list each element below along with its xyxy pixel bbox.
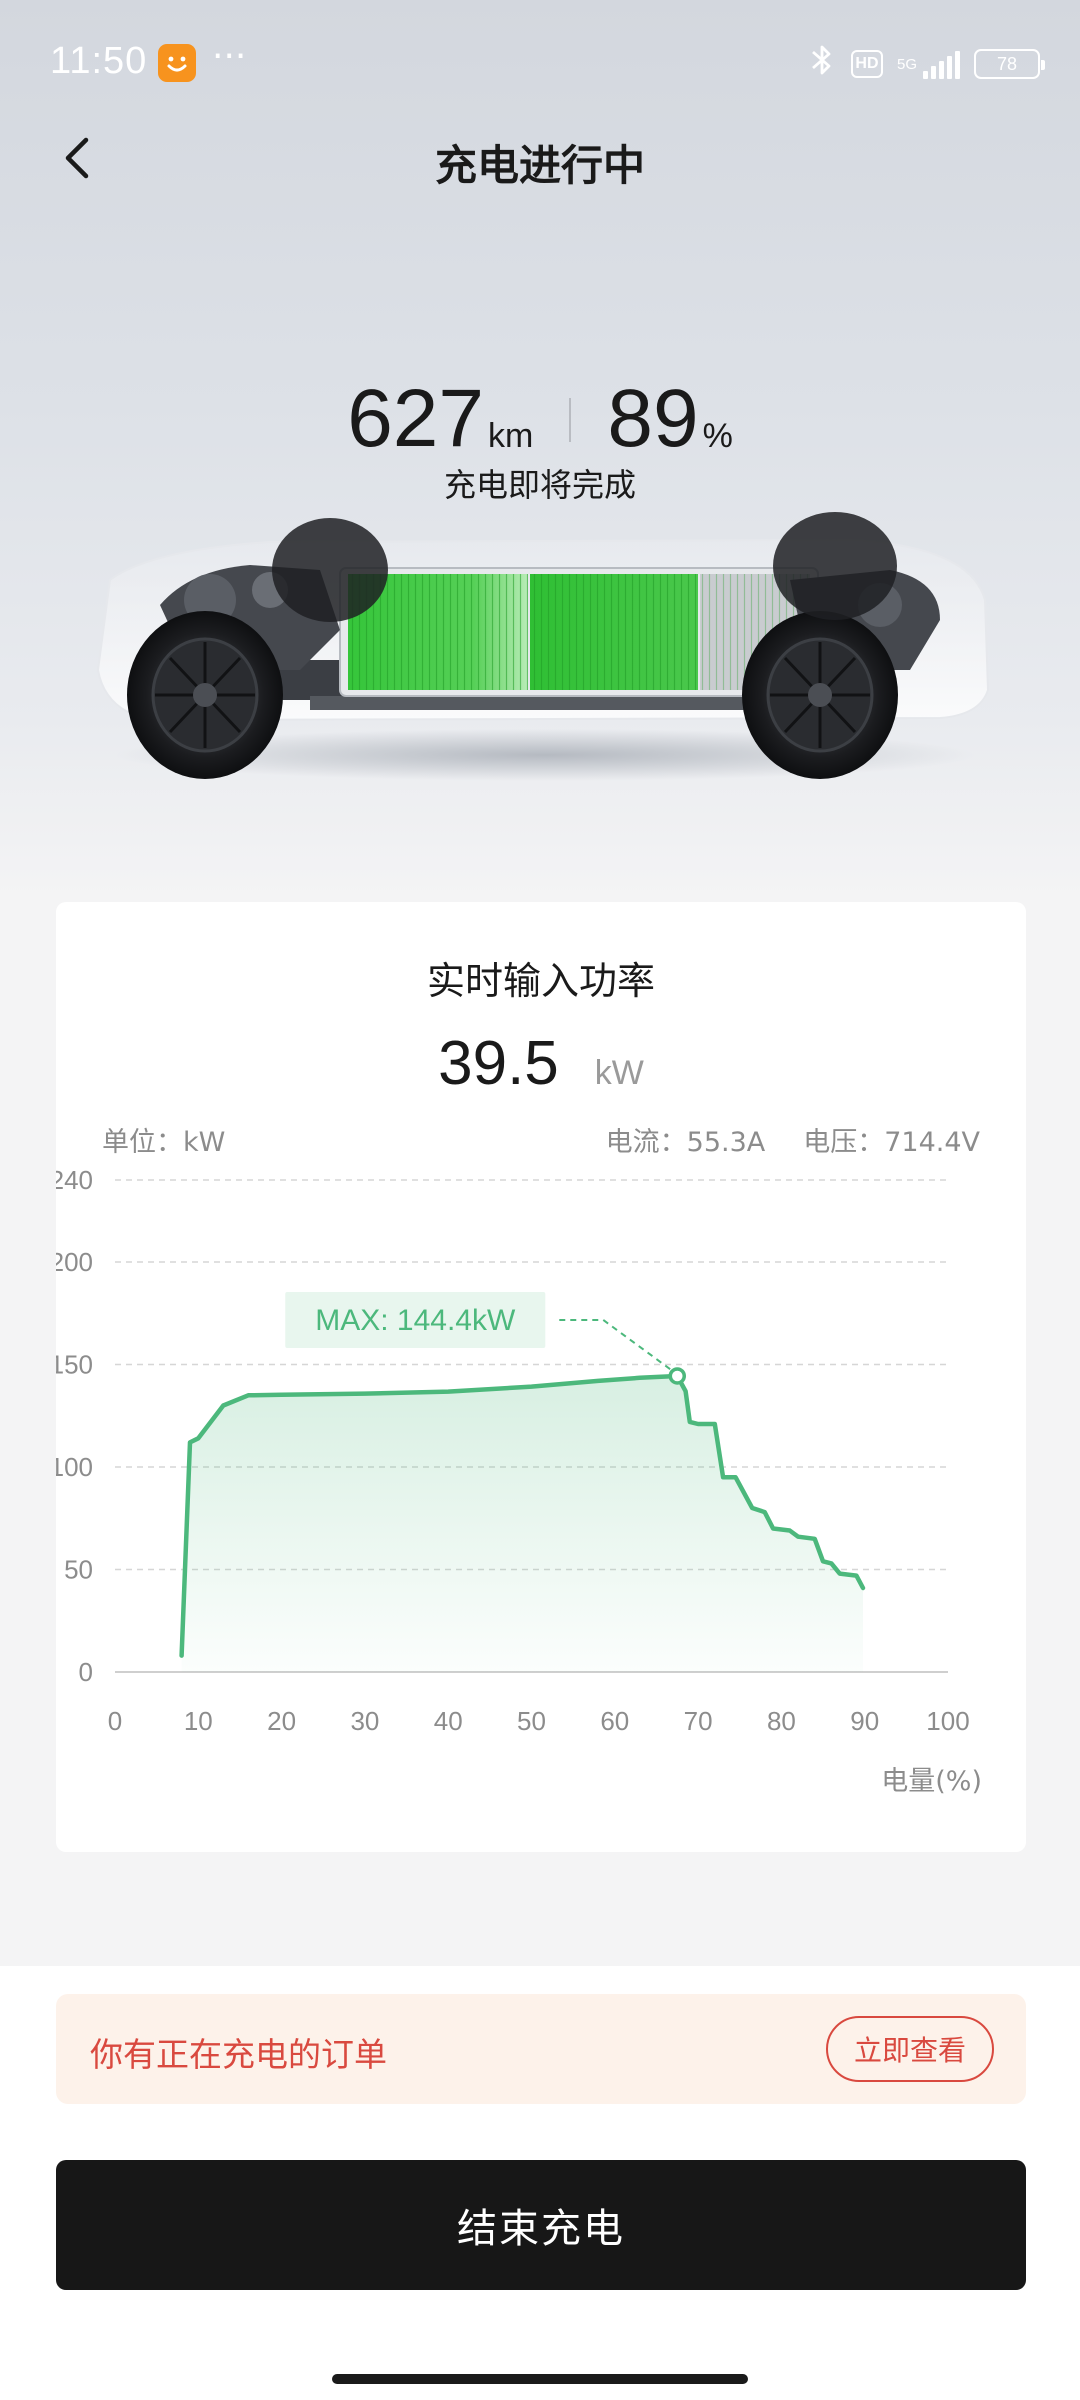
status-icons: HD 5G 78: [807, 42, 1045, 86]
range-value: 627: [347, 373, 485, 464]
power-card: 实时输入功率 39.5 kW 单位：kW 电流：55.3A 电压：714.4V …: [56, 902, 1026, 1852]
network-type: 5G: [896, 55, 917, 73]
front-wheel: [127, 611, 283, 779]
end-charging-button[interactable]: 结束充电: [56, 2160, 1026, 2290]
max-leader-line: [559, 1318, 672, 1371]
y-tick-label: 100: [56, 1452, 93, 1482]
x-tick-label: 0: [108, 1706, 122, 1736]
order-banner-text: 你有正在充电的订单: [90, 2035, 387, 2074]
car-chassis-illustration: [96, 512, 990, 781]
max-annotation: MAX: 144.4kW: [285, 1291, 687, 1385]
status-time: 11:50: [50, 40, 148, 82]
y-tick-label: 50: [64, 1555, 93, 1585]
signal-icon: [923, 49, 960, 79]
x-tick-label: 70: [684, 1706, 713, 1736]
range-unit: km: [488, 417, 534, 455]
power-chart: 0 50 100 150 200 240 0 10 20 30 40 50 60 70 80 90 100 M…: [56, 1165, 982, 1797]
x-tick-label: 20: [267, 1706, 296, 1736]
x-tick-label: 60: [600, 1706, 629, 1736]
y-tick-label: 240: [56, 1165, 93, 1195]
y-tick-label: 150: [56, 1350, 93, 1380]
soc-value: 89: [607, 373, 699, 464]
stat-divider: [569, 398, 572, 442]
x-axis-ticks: 0 10 20 30 40 50 60 70 80 90 100: [108, 1706, 970, 1736]
bottom-panel: 你有正在充电的订单 立即查看 结束充电: [0, 1966, 1080, 2400]
hd-icon: HD: [850, 50, 883, 78]
smile-app-icon: [158, 44, 196, 82]
soc-unit: %: [702, 417, 733, 455]
y-tick-label: 200: [56, 1247, 93, 1277]
x-tick-label: 50: [517, 1706, 546, 1736]
series-area: [181, 1376, 864, 1672]
home-indicator[interactable]: [332, 2374, 748, 2384]
page-title: 充电进行中: [434, 141, 645, 190]
x-tick-label: 40: [434, 1706, 463, 1736]
range-stat: 627 km: [347, 378, 533, 460]
x-tick-label: 90: [850, 1706, 879, 1736]
x-tick-label: 10: [184, 1706, 213, 1736]
soc-stat: 89 %: [607, 378, 732, 460]
more-notifications-icon: ···: [212, 36, 247, 77]
max-point-marker: [668, 1367, 687, 1385]
bluetooth-icon: [807, 42, 837, 86]
y-tick-label: 0: [79, 1657, 93, 1687]
x-tick-label: 80: [767, 1706, 796, 1736]
status-bar: 11:50 ··· HD 5G 78: [0, 0, 1080, 128]
x-axis-label: 电量(%): [881, 1766, 982, 1797]
x-tick-label: 100: [926, 1706, 969, 1736]
max-label-text: MAX: 144.4kW: [315, 1304, 516, 1337]
y-axis-ticks: 0 50 100 150 200 240: [56, 1165, 93, 1687]
x-tick-label: 30: [350, 1706, 379, 1736]
charge-status-text: 充电即将完成: [443, 466, 636, 504]
view-order-button[interactable]: 立即查看: [826, 2016, 994, 2082]
order-banner: 你有正在充电的订单 立即查看: [56, 1994, 1026, 2104]
battery-icon: 78: [974, 49, 1045, 79]
rear-wheel: [742, 611, 898, 779]
charge-summary: 627 km 89 %: [0, 360, 1080, 460]
